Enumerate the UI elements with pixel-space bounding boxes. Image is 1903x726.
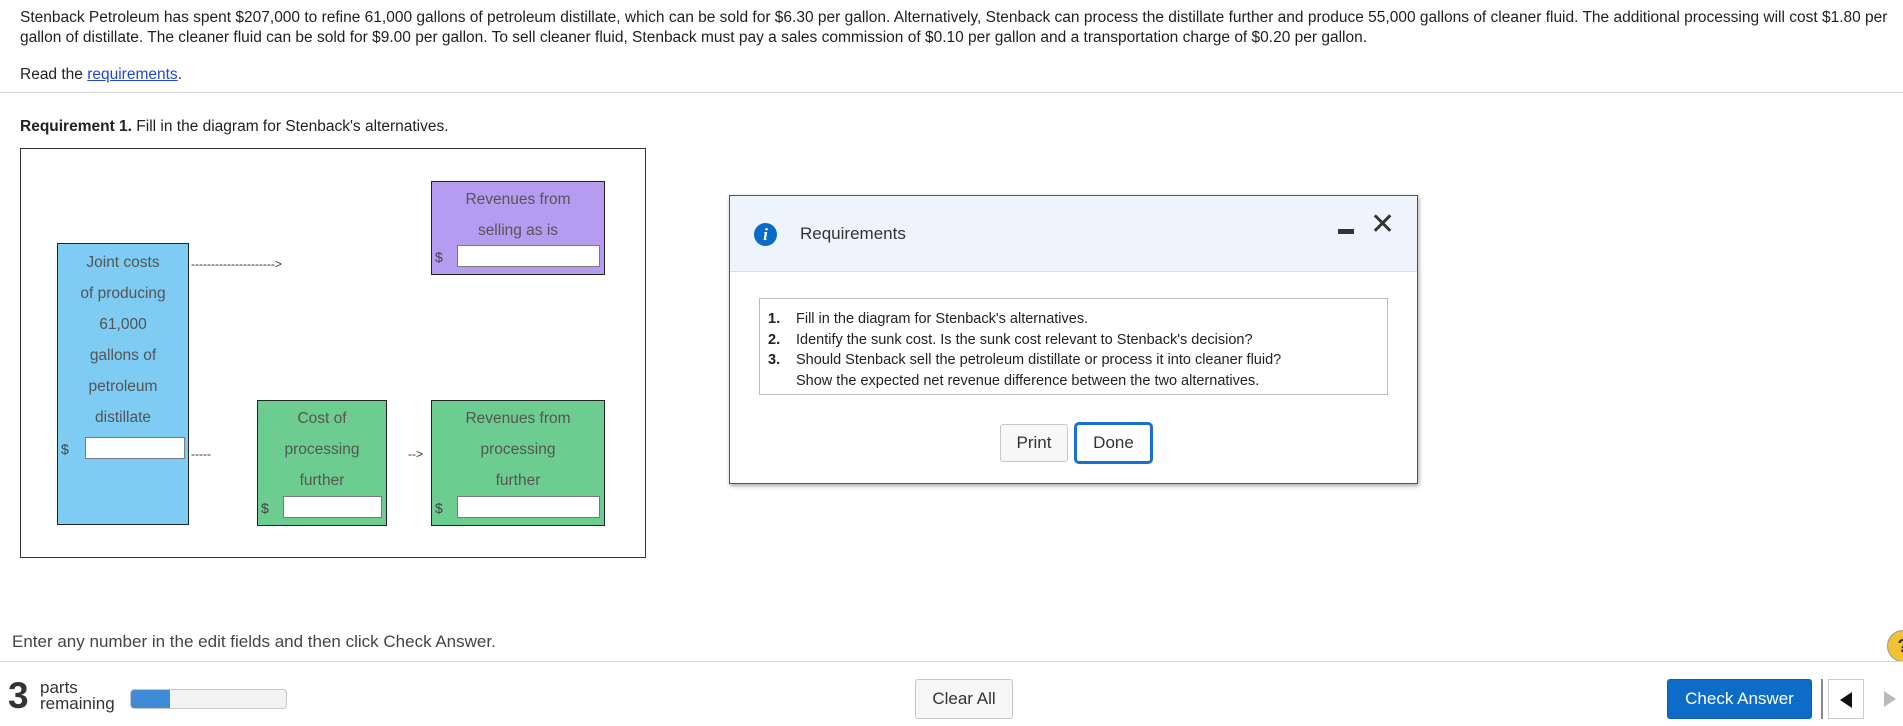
- next-arrow-icon[interactable]: [1868, 679, 1903, 719]
- item-number: 1.: [768, 311, 781, 327]
- dash-to-process: -----: [191, 447, 211, 461]
- revenues-as-is-input[interactable]: [457, 245, 600, 267]
- joint-costs-line: Joint costs: [86, 254, 160, 271]
- requirement-1-text: Fill in the diagram for Stenback's alter…: [131, 118, 449, 135]
- joint-dollar-sign: $: [61, 441, 69, 457]
- check-answer-button[interactable]: Check Answer: [1667, 679, 1812, 719]
- joint-costs-line: gallons of: [89, 347, 157, 364]
- dialog-header: i Requirements ✕: [730, 196, 1417, 272]
- revenues-further-line: Revenues from: [465, 410, 571, 427]
- dialog-title: Requirements: [800, 224, 906, 243]
- progress-bar: [130, 689, 287, 709]
- joint-costs-line: 61,000: [99, 316, 147, 333]
- parts-label-line2: remaining: [40, 694, 115, 713]
- read-requirements: Read the requirements.: [20, 66, 182, 84]
- list-item: 3. Should Stenback sell the petroleum di…: [768, 350, 1379, 371]
- requirement-1-heading: Requirement 1. Fill in the diagram for S…: [20, 118, 449, 136]
- footer-divider: [0, 661, 1903, 662]
- cost-processing-input[interactable]: [283, 496, 382, 518]
- item-text: Fill in the diagram for Stenback's alter…: [796, 311, 1089, 327]
- parts-remaining-count: 3: [8, 675, 29, 716]
- cost-processing-line: further: [299, 472, 345, 489]
- print-button[interactable]: Print: [1000, 424, 1068, 462]
- joint-costs-box: Joint costs of producing 61,000 gallons …: [57, 243, 189, 525]
- problem-statement: Stenback Petroleum has spent $207,000 to…: [20, 9, 1888, 46]
- item-text: Identify the sunk cost. Is the sunk cost…: [796, 331, 1253, 348]
- item-number: 2.: [768, 331, 781, 348]
- info-icon: i: [754, 223, 777, 246]
- instruction-text: Enter any number in the edit fields and …: [12, 632, 496, 651]
- divider: [0, 92, 1903, 93]
- read-prefix: Read the: [20, 66, 88, 83]
- joint-costs-line: distillate: [95, 409, 151, 426]
- done-button[interactable]: Done: [1074, 422, 1153, 464]
- further-dollar-sign: $: [435, 500, 443, 516]
- cost-processing-line: Cost of: [297, 410, 347, 427]
- item-number: [768, 371, 796, 392]
- item-text: Should Stenback sell the petroleum disti…: [796, 352, 1282, 368]
- item-number: 3.: [768, 352, 781, 368]
- list-item: Show the expected net revenue difference…: [768, 371, 1379, 392]
- revenues-further-line: further: [495, 472, 541, 489]
- joint-costs-line: of producing: [80, 285, 166, 302]
- alternatives-diagram: Joint costs of producing 61,000 gallons …: [20, 148, 646, 558]
- requirements-list: 1. Fill in the diagram for Stenback's al…: [759, 298, 1388, 395]
- list-item: 2. Identify the sunk cost. Is the sunk c…: [768, 330, 1379, 351]
- arrow-to-revenues-further: -->: [408, 447, 423, 461]
- clear-all-button[interactable]: Clear All: [915, 679, 1013, 719]
- help-icon[interactable]: ?: [1887, 630, 1903, 662]
- revenues-further-input[interactable]: [457, 496, 600, 518]
- nav-separator: [1821, 679, 1823, 719]
- progress-fill: [131, 690, 170, 708]
- list-item: 1. Fill in the diagram for Stenback's al…: [768, 309, 1379, 330]
- revenues-further-line: processing: [480, 441, 556, 458]
- revenues-as-is-line: Revenues from: [465, 191, 571, 208]
- parts-remaining-label: parts remaining: [40, 679, 115, 713]
- requirement-1-label: Requirement 1.: [20, 118, 132, 135]
- as-is-dollar-sign: $: [435, 249, 443, 265]
- joint-costs-line: petroleum: [88, 378, 158, 395]
- cost-processing-line: processing: [284, 441, 360, 458]
- arrow-to-sell-as-is: --------------------->: [191, 257, 282, 271]
- requirements-link[interactable]: requirements: [87, 66, 177, 83]
- cost-dollar-sign: $: [261, 500, 269, 516]
- close-icon[interactable]: ✕: [1370, 210, 1395, 240]
- revenues-as-is-line: selling as is: [477, 222, 559, 239]
- item-text: Show the expected net revenue difference…: [796, 372, 1260, 389]
- joint-costs-input[interactable]: [85, 437, 185, 459]
- requirements-dialog: i Requirements ✕ 1. Fill in the diagram …: [729, 195, 1418, 484]
- minimize-icon[interactable]: [1338, 229, 1354, 234]
- prev-arrow-icon[interactable]: [1828, 679, 1864, 719]
- read-suffix: .: [177, 66, 182, 83]
